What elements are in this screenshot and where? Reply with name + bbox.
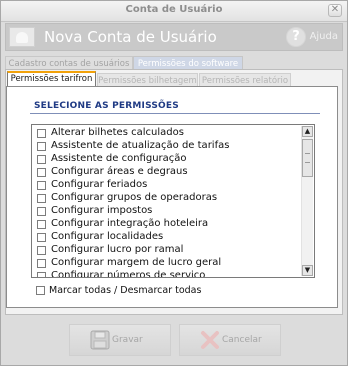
permission-checkbox[interactable] bbox=[37, 220, 46, 229]
dialog-footer: Gravar Cancelar bbox=[1, 319, 347, 365]
mark-all-checkbox[interactable] bbox=[36, 286, 45, 295]
scroll-thumb[interactable] bbox=[302, 139, 313, 177]
tab-permissoes-software[interactable]: Permissões do software bbox=[133, 56, 243, 70]
permission-checkbox[interactable] bbox=[37, 129, 46, 138]
tab-label: Permissões bilhetagem bbox=[98, 76, 197, 86]
tab-cadastro-contas[interactable]: Cadastro contas de usuários bbox=[5, 56, 133, 70]
heading-divider bbox=[30, 113, 320, 114]
chevron-up-icon: ▲ bbox=[304, 127, 311, 135]
window-title: Conta de Usuário bbox=[125, 4, 223, 15]
tab-label: Permissões relatório bbox=[201, 76, 289, 86]
permission-label: Configurar localidades bbox=[51, 231, 164, 242]
permission-checkbox[interactable] bbox=[37, 259, 46, 268]
header-banner: Nova Conta de Usuário ? Ajuda bbox=[5, 23, 343, 51]
permission-checkbox[interactable] bbox=[37, 194, 46, 203]
permission-label: Configurar integração hoteleira bbox=[51, 218, 209, 229]
save-label: Gravar bbox=[112, 335, 143, 345]
permission-checkbox[interactable] bbox=[37, 246, 46, 255]
tab-permissoes-bilhetagem[interactable]: Permissões bilhetagem bbox=[97, 73, 198, 87]
permission-label: Configurar áreas e degraus bbox=[51, 166, 188, 177]
dialog-window: Conta de Usuário ✕ Nova Conta de Usuário… bbox=[0, 0, 348, 366]
permission-label: Assistente de atualização de tarifas bbox=[51, 140, 230, 151]
title-bar[interactable]: Conta de Usuário ✕ bbox=[1, 1, 347, 22]
permission-checkbox[interactable] bbox=[37, 233, 46, 242]
permission-label: Alterar bilhetes calculados bbox=[51, 127, 184, 138]
permissions-list[interactable]: Alterar bilhetes calculados Assistente d… bbox=[31, 124, 315, 278]
permission-label: Configurar feriados bbox=[51, 179, 148, 190]
permission-checkbox[interactable] bbox=[37, 168, 46, 177]
cancel-x-icon bbox=[201, 331, 219, 349]
help-icon: ? bbox=[286, 27, 306, 47]
permissions-heading: SELECIONE AS PERMISSÕES bbox=[34, 101, 179, 111]
tab-permissoes-tarifron[interactable]: Permissões tarifron bbox=[7, 71, 96, 87]
tab-label: Permissões do software bbox=[137, 59, 239, 69]
help-button[interactable]: ? Ajuda bbox=[278, 27, 338, 47]
permission-checkbox[interactable] bbox=[37, 207, 46, 216]
permission-checkbox[interactable] bbox=[37, 155, 46, 164]
close-icon: ✕ bbox=[330, 4, 340, 15]
cancel-button[interactable]: Cancelar bbox=[179, 324, 281, 356]
cancel-label: Cancelar bbox=[222, 335, 262, 345]
mark-all-label: Marcar todas / Desmarcar todas bbox=[49, 285, 202, 296]
permission-label: Configurar lucro por ramal bbox=[51, 244, 184, 255]
permission-checkbox[interactable] bbox=[37, 181, 46, 190]
permission-label: Configurar margem de lucro geral bbox=[51, 257, 222, 268]
header-title: Nova Conta de Usuário bbox=[44, 28, 217, 46]
tab-permissoes-relatorio[interactable]: Permissões relatório bbox=[199, 73, 291, 87]
close-button[interactable]: ✕ bbox=[328, 4, 342, 17]
permission-checkbox[interactable] bbox=[37, 142, 46, 151]
help-label: Ajuda bbox=[309, 31, 338, 42]
vertical-scrollbar[interactable]: ▲ ▼ bbox=[301, 126, 313, 276]
user-account-icon bbox=[9, 27, 35, 47]
save-button[interactable]: Gravar bbox=[69, 324, 171, 356]
tab-label: Permissões tarifron bbox=[10, 74, 93, 84]
tab-label: Cadastro contas de usuários bbox=[8, 59, 130, 69]
permission-label: Configurar impostos bbox=[51, 205, 153, 216]
scroll-down-button[interactable]: ▼ bbox=[302, 265, 313, 276]
floppy-disk-icon bbox=[90, 330, 110, 350]
permission-label: Configurar números de serviço bbox=[51, 270, 206, 278]
permission-label: Assistente de configuração bbox=[51, 153, 187, 164]
permission-label: Configurar grupos de operadoras bbox=[51, 192, 218, 203]
chevron-down-icon: ▼ bbox=[304, 266, 311, 274]
permission-checkbox[interactable] bbox=[37, 272, 46, 277]
scroll-up-button[interactable]: ▲ bbox=[302, 126, 313, 137]
